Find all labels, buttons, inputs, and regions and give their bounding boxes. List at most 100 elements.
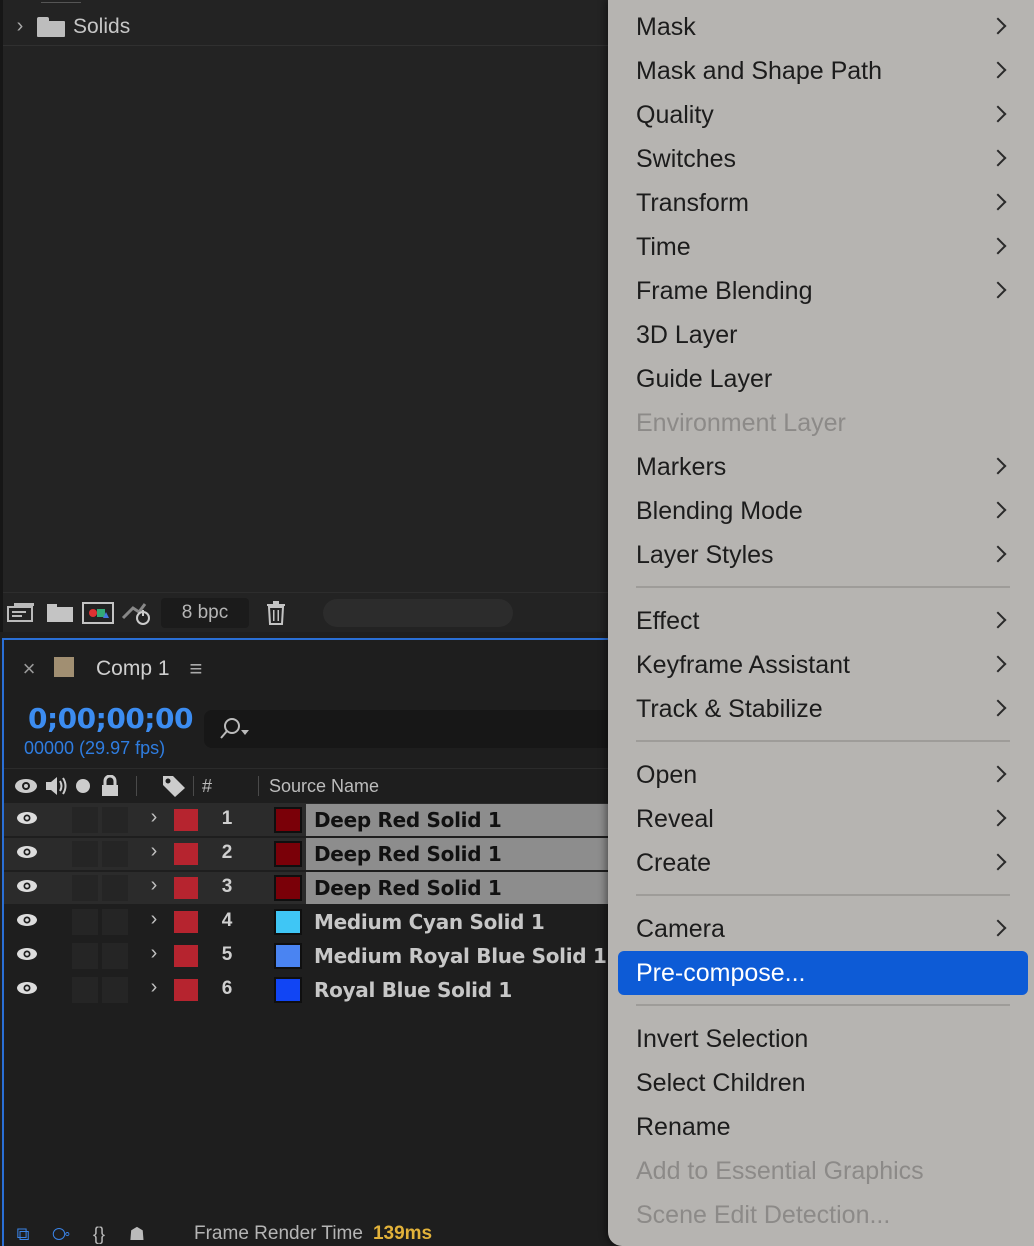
current-time-display[interactable]: 0;00;00;00 xyxy=(28,702,193,735)
layer-source-name[interactable]: Deep Red Solid 1 xyxy=(314,876,502,900)
visibility-eye-icon[interactable] xyxy=(12,978,42,1002)
expand-chevron-icon[interactable]: › xyxy=(144,942,164,965)
layer-label-color[interactable] xyxy=(174,979,198,1001)
new-folder-icon[interactable] xyxy=(41,598,79,628)
column-source-name-header[interactable]: Source Name xyxy=(269,776,379,797)
in-out-icon[interactable]: {} xyxy=(80,1224,118,1245)
layer-source-name[interactable]: Medium Cyan Solid 1 xyxy=(314,910,545,934)
menu-item-reveal[interactable]: Reveal xyxy=(618,797,1028,841)
layer-label-color[interactable] xyxy=(174,843,198,865)
project-settings-icon[interactable] xyxy=(117,598,155,628)
eye-icon[interactable] xyxy=(14,777,38,795)
layer-label-color[interactable] xyxy=(174,945,198,967)
column-number-header[interactable]: # xyxy=(202,776,212,797)
menu-item-effect[interactable]: Effect xyxy=(618,599,1028,643)
menu-item-keyframe-assistant[interactable]: Keyframe Assistant xyxy=(618,643,1028,687)
audio-switch[interactable] xyxy=(72,977,98,1003)
lock-switch[interactable] xyxy=(102,977,128,1003)
expand-chevron-icon[interactable]: › xyxy=(144,874,164,897)
layer-row[interactable]: › 4 Medium Cyan Solid 1 xyxy=(4,906,614,938)
menu-item-3d-layer[interactable]: 3D Layer xyxy=(618,313,1028,357)
visibility-eye-icon[interactable] xyxy=(12,944,42,968)
timeline-tab[interactable]: × Comp 1 ≡ xyxy=(4,640,612,698)
panel-menu-icon[interactable]: ≡ xyxy=(190,656,203,682)
audio-switch[interactable] xyxy=(72,875,98,901)
menu-item-markers[interactable]: Markers xyxy=(618,445,1028,489)
label-tag-icon[interactable] xyxy=(161,774,187,798)
menu-item-transform[interactable]: Transform xyxy=(618,181,1028,225)
audio-switch[interactable] xyxy=(72,909,98,935)
transfer-controls-icon[interactable]: ⧂ xyxy=(42,1224,80,1245)
menu-item-rename[interactable]: Rename xyxy=(618,1105,1028,1149)
menu-item-camera[interactable]: Camera xyxy=(618,907,1028,951)
menu-item-select-children[interactable]: Select Children xyxy=(618,1061,1028,1105)
project-item-solids-folder[interactable]: › Solids xyxy=(3,8,612,46)
audio-switch[interactable] xyxy=(72,841,98,867)
lock-icon[interactable] xyxy=(100,775,120,797)
timeline-search-input[interactable] xyxy=(204,710,614,748)
menu-item-mask[interactable]: Mask xyxy=(618,5,1028,49)
lock-switch[interactable] xyxy=(102,841,128,867)
timeline-panel: × Comp 1 ≡ 0;00;00;00 00000 (29.97 fps) … xyxy=(2,638,614,1246)
layer-label-color[interactable] xyxy=(174,911,198,933)
layer-row[interactable]: › 2 Deep Red Solid 1 xyxy=(4,838,614,870)
project-search-field[interactable] xyxy=(323,598,513,627)
expand-chevron-icon[interactable]: › xyxy=(144,908,164,931)
layer-source-name[interactable]: Deep Red Solid 1 xyxy=(314,808,502,832)
render-time-icon[interactable]: ☗ xyxy=(118,1224,156,1245)
menu-item-invert-selection[interactable]: Invert Selection xyxy=(618,1017,1028,1061)
column-separator xyxy=(258,776,260,796)
menu-item-time[interactable]: Time xyxy=(618,225,1028,269)
trash-icon[interactable] xyxy=(257,598,295,628)
layer-row[interactable]: › 6 Royal Blue Solid 1 xyxy=(4,974,614,1006)
menu-item-open[interactable]: Open xyxy=(618,753,1028,797)
visibility-eye-icon[interactable] xyxy=(12,910,42,934)
menu-item-switches[interactable]: Switches xyxy=(618,137,1028,181)
menu-item-label: Rename xyxy=(636,1112,731,1141)
layer-row[interactable]: › 1 Deep Red Solid 1 xyxy=(4,804,614,836)
menu-item-label: 3D Layer xyxy=(636,320,738,349)
menu-item-create[interactable]: Create xyxy=(618,841,1028,885)
comp-title[interactable]: Comp 1 xyxy=(96,657,170,681)
menu-item-label: Guide Layer xyxy=(636,364,773,393)
layer-label-color[interactable] xyxy=(174,809,198,831)
visibility-eye-icon[interactable] xyxy=(12,876,42,900)
audio-switch[interactable] xyxy=(72,943,98,969)
expand-chevron-icon[interactable]: › xyxy=(144,976,164,999)
lock-switch[interactable] xyxy=(102,875,128,901)
layer-switches-icon[interactable]: ⧉ xyxy=(4,1224,42,1245)
close-icon[interactable]: × xyxy=(4,656,54,682)
bit-depth-button[interactable]: 8 bpc xyxy=(161,597,249,628)
layer-label-color[interactable] xyxy=(174,877,198,899)
interpret-footage-icon[interactable] xyxy=(3,598,41,628)
menu-item-track-stabilize[interactable]: Track & Stabilize xyxy=(618,687,1028,731)
lock-switch[interactable] xyxy=(102,909,128,935)
layer-row[interactable]: › 3 Deep Red Solid 1 xyxy=(4,872,614,904)
solo-icon[interactable] xyxy=(76,779,90,793)
layer-source-name[interactable]: Royal Blue Solid 1 xyxy=(314,978,512,1002)
menu-item-mask-and-shape-path[interactable]: Mask and Shape Path xyxy=(618,49,1028,93)
menu-item-pre-compose[interactable]: Pre-compose... xyxy=(618,951,1028,995)
layer-column-headers: # Source Name xyxy=(4,768,612,804)
visibility-eye-icon[interactable] xyxy=(12,842,42,866)
layer-source-name[interactable]: Medium Royal Blue Solid 1 xyxy=(314,944,607,968)
menu-item-frame-blending[interactable]: Frame Blending xyxy=(618,269,1028,313)
menu-item-label: Scene Edit Detection... xyxy=(636,1200,891,1229)
layer-source-name[interactable]: Deep Red Solid 1 xyxy=(314,842,502,866)
lock-switch[interactable] xyxy=(102,807,128,833)
menu-item-layer-styles[interactable]: Layer Styles xyxy=(618,533,1028,577)
expand-chevron-icon[interactable]: › xyxy=(144,840,164,863)
audio-switch[interactable] xyxy=(72,807,98,833)
speaker-icon[interactable] xyxy=(44,775,68,797)
lock-switch[interactable] xyxy=(102,943,128,969)
menu-item-quality[interactable]: Quality xyxy=(618,93,1028,137)
visibility-eye-icon[interactable] xyxy=(12,808,42,832)
layer-row[interactable]: › 5 Medium Royal Blue Solid 1 xyxy=(4,940,614,972)
new-composition-icon[interactable] xyxy=(79,598,117,628)
menu-item-blending-mode[interactable]: Blending Mode xyxy=(618,489,1028,533)
expand-chevron-icon[interactable]: › xyxy=(144,806,164,829)
menu-item-guide-layer[interactable]: Guide Layer xyxy=(618,357,1028,401)
chevron-right-icon[interactable]: › xyxy=(3,15,33,38)
menu-item-label: Quality xyxy=(636,100,714,129)
submenu-chevron-icon xyxy=(992,806,1006,830)
